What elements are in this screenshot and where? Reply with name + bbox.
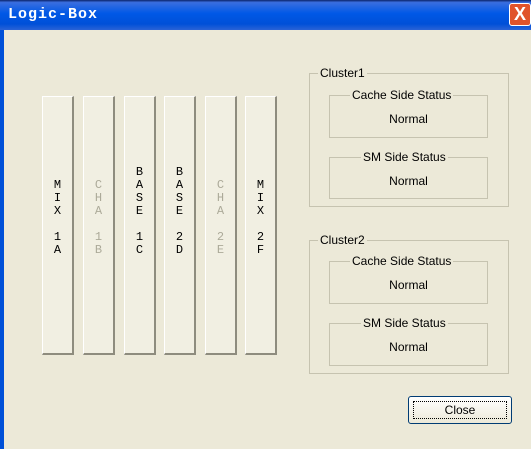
slot-label-char: F — [256, 243, 265, 257]
slot-label: BASE2D — [165, 166, 194, 257]
title-bar[interactable]: Logic-Box X — [0, 0, 531, 30]
cluster2-cache-status-group: Cache Side Status Normal — [329, 254, 488, 304]
close-button[interactable]: Close — [408, 396, 512, 424]
slot-label-char: X — [53, 204, 62, 218]
close-button-label: Close — [444, 403, 476, 417]
slot-label-char: E — [175, 204, 184, 218]
cluster1-cache-status-value: Normal — [389, 112, 428, 126]
slot-label-char: A — [216, 204, 225, 218]
cluster1-cache-status-label: Cache Side Status — [350, 88, 454, 102]
slot-button-mix-1a[interactable]: MIX1A — [42, 96, 74, 355]
cluster1-cache-status-group: Cache Side Status Normal — [329, 88, 488, 138]
slot-button-base-2d[interactable]: BASE2D — [164, 96, 196, 355]
slot-label: MIX2F — [246, 179, 275, 257]
cluster2-group: Cluster2 Cache Side Status Normal SM Sid… — [309, 233, 509, 374]
slot-label-char: C — [135, 243, 144, 257]
slot-label: MIX1A — [43, 179, 72, 257]
slot-label-char: D — [175, 243, 184, 257]
slot-label-char: E — [216, 243, 225, 257]
logic-box-window: Logic-Box X MIX1A CHA1B BASE1C BASE2D CHA2E M… — [0, 0, 531, 449]
window-close-button[interactable]: X — [509, 3, 531, 26]
slot-button-base-1c[interactable]: BASE1C — [124, 96, 156, 355]
close-button-focus-ring: Close — [413, 401, 507, 419]
slot-label-char: A — [94, 204, 103, 218]
cluster2-sm-status-value: Normal — [389, 340, 428, 354]
slot-button-mix-2f[interactable]: MIX2F — [245, 96, 277, 355]
cluster2-label: Cluster2 — [318, 233, 367, 247]
slot-label-char: E — [135, 204, 144, 218]
slot-label-char: X — [256, 204, 265, 218]
cluster2-sm-status-label: SM Side Status — [361, 316, 448, 330]
cluster1-sm-status-group: SM Side Status Normal — [329, 150, 488, 199]
slot-button-cha-1b: CHA1B — [83, 96, 115, 355]
window-title: Logic-Box — [8, 6, 99, 23]
close-icon: X — [513, 4, 526, 24]
slot-label-char: A — [53, 243, 62, 257]
slot-label: CHA2E — [206, 179, 235, 257]
cluster2-cache-status-label: Cache Side Status — [350, 254, 454, 268]
slot-button-cha-2e: CHA2E — [205, 96, 237, 355]
cluster1-label: Cluster1 — [318, 66, 367, 80]
slot-label: CHA1B — [84, 179, 113, 257]
slot-label-char: B — [94, 243, 103, 257]
cluster2-sm-status-group: SM Side Status Normal — [329, 316, 488, 366]
cluster1-sm-status-value: Normal — [389, 174, 428, 188]
cluster1-sm-status-label: SM Side Status — [361, 150, 448, 164]
cluster1-group: Cluster1 Cache Side Status Normal SM Sid… — [309, 66, 509, 207]
cluster2-cache-status-value: Normal — [389, 278, 428, 292]
slot-label: BASE1C — [125, 166, 154, 257]
